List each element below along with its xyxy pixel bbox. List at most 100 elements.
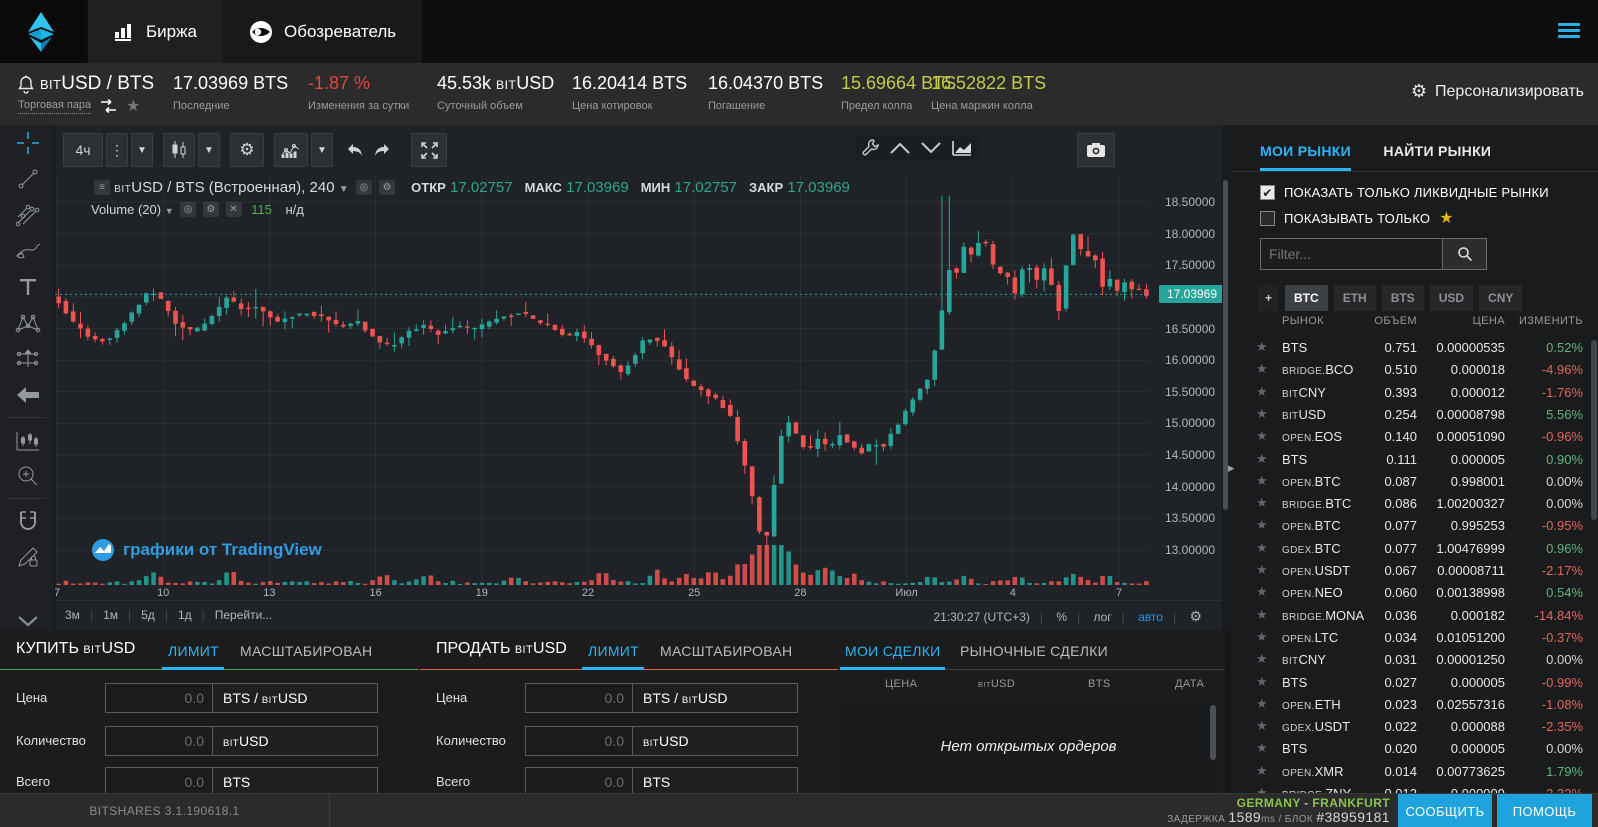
favorites-only-checkbox-row[interactable]: ПОКАЗЫВАТЬ ТОЛЬКО ★ bbox=[1260, 208, 1454, 228]
chart-clock[interactable]: 21:30:27 (UTC+3) bbox=[933, 610, 1029, 624]
hide-drawings-arrow-tool-icon[interactable] bbox=[0, 377, 55, 413]
brush-tool-icon[interactable] bbox=[0, 233, 55, 269]
favorite-star-icon[interactable]: ★ bbox=[1256, 384, 1268, 400]
col-change[interactable]: ИЗМЕНИТЬ bbox=[1519, 315, 1583, 327]
price-alert-bell-icon[interactable] bbox=[18, 75, 34, 94]
favorite-star-icon[interactable]: ★ bbox=[1256, 451, 1268, 467]
market-row-bitUSD[interactable]: ★ bitUSD 0.254 0.00008798 5.56% bbox=[1230, 404, 1598, 426]
market-row-BTS[interactable]: ★ BTS 0.020 0.000005 0.00% bbox=[1230, 738, 1598, 760]
forecast-tool-icon[interactable] bbox=[0, 341, 55, 377]
undo-icon[interactable] bbox=[343, 133, 367, 167]
text-tool-icon[interactable] bbox=[0, 269, 55, 305]
interval-dropdown-icon[interactable]: ▼ bbox=[131, 133, 153, 167]
auto-scale-button[interactable]: авто bbox=[1138, 610, 1163, 624]
asset-tab-BTS[interactable]: BTS bbox=[1382, 285, 1424, 311]
trades-col-price[interactable]: ЦЕНА bbox=[885, 678, 917, 690]
range-button-5д[interactable]: 5д bbox=[141, 608, 155, 622]
interval-menu-icon[interactable]: ⋮ bbox=[106, 133, 128, 167]
buy-Количество-input[interactable]: 0.0 bbox=[105, 726, 213, 756]
sell-Цена-input[interactable]: 0.0 bbox=[525, 683, 633, 713]
hamburger-menu-icon[interactable] bbox=[1558, 23, 1580, 41]
bar-pattern-tool-icon[interactable] bbox=[0, 422, 55, 458]
indicators-dropdown-icon[interactable]: ▼ bbox=[311, 133, 333, 167]
favorite-star-icon[interactable]: ★ bbox=[1256, 406, 1268, 422]
log-scale-button[interactable]: лог bbox=[1093, 610, 1111, 624]
market-row-open.BTC[interactable]: ★ open.BTC 0.087 0.998001 0.00% bbox=[1230, 471, 1598, 493]
chart-settings-gear-icon[interactable]: ⚙ bbox=[230, 133, 264, 167]
depth-chart-toggle-icon[interactable] bbox=[951, 139, 973, 157]
favorites-only-checkbox[interactable] bbox=[1260, 211, 1275, 226]
range-button-Перейти...[interactable]: Перейти... bbox=[215, 608, 273, 622]
bitshares-logo[interactable] bbox=[0, 0, 82, 63]
swap-pair-icon[interactable] bbox=[100, 99, 117, 114]
favorite-star-icon[interactable]: ★ bbox=[1256, 785, 1268, 793]
col-price[interactable]: ЦЕНА bbox=[1473, 315, 1505, 327]
liquid-markets-checkbox-row[interactable]: ✔ ПОКАЗАТЬ ТОЛЬКО ЛИКВИДНЫЕ РЫНКИ bbox=[1260, 185, 1549, 200]
market-row-open.LTC[interactable]: ★ open.LTC 0.034 0.01051200 -0.37% bbox=[1230, 627, 1598, 649]
market-row-open.ETH[interactable]: ★ open.ETH 0.023 0.02557316 -1.08% bbox=[1230, 694, 1598, 716]
xabcd-pattern-tool-icon[interactable] bbox=[0, 305, 55, 341]
market-row-bridge.MONA[interactable]: ★ bridge.MONA 0.036 0.000182 -14.84% bbox=[1230, 605, 1598, 627]
asset-tab-ETH[interactable]: ETH bbox=[1334, 285, 1376, 311]
magnet-mode-tool-icon[interactable] bbox=[0, 503, 55, 539]
buy-Всего-input[interactable]: 0.0 bbox=[105, 767, 213, 793]
help-button[interactable]: ПОМОЩЬ bbox=[1497, 794, 1592, 827]
pitchfork-tool-icon[interactable] bbox=[0, 197, 55, 233]
tab-exchange[interactable]: Биржа bbox=[88, 0, 223, 63]
chart-style-candles-icon[interactable] bbox=[163, 133, 195, 167]
trades-col-bitusd[interactable]: bitUSD bbox=[978, 678, 1015, 690]
range-button-3м[interactable]: 3м bbox=[65, 608, 80, 622]
tab-explorer[interactable]: Обозреватель bbox=[222, 0, 422, 63]
market-row-gdex.USDT[interactable]: ★ gdex.USDT 0.022 0.000088 -2.35% bbox=[1230, 716, 1598, 738]
trades-scrollbar[interactable] bbox=[1210, 705, 1216, 760]
fullscreen-icon[interactable] bbox=[411, 133, 447, 167]
sell-tab-limit[interactable]: ЛИМИТ bbox=[588, 643, 639, 659]
zoom-in-tool-icon[interactable] bbox=[0, 458, 55, 494]
favorite-star-icon[interactable]: ★ bbox=[1256, 495, 1268, 511]
market-row-open.BTC[interactable]: ★ open.BTC 0.077 0.995253 -0.95% bbox=[1230, 515, 1598, 537]
tab-find-markets[interactable]: НАЙТИ РЫНКИ bbox=[1383, 143, 1491, 168]
asset-tab-BTC[interactable]: BTC bbox=[1285, 285, 1328, 311]
favorite-star-icon[interactable]: ★ bbox=[1256, 674, 1268, 690]
favorite-star-icon[interactable]: ★ bbox=[1256, 584, 1268, 600]
buy-tab-limit[interactable]: ЛИМИТ bbox=[168, 643, 219, 659]
market-row-BTS[interactable]: ★ BTS 0.111 0.000005 0.90% bbox=[1230, 449, 1598, 471]
buy-tab-scaled[interactable]: МАСШТАБИРОВАН bbox=[240, 643, 372, 659]
asset-tab-USD[interactable]: USD bbox=[1430, 285, 1473, 311]
sell-Всего-input[interactable]: 0.0 bbox=[525, 767, 633, 793]
favorite-star-icon[interactable]: ★ bbox=[1256, 428, 1268, 444]
buy-Цена-input[interactable]: 0.0 bbox=[105, 683, 213, 713]
range-button-1д[interactable]: 1д bbox=[178, 608, 192, 622]
sell-tab-scaled[interactable]: МАСШТАБИРОВАН bbox=[660, 643, 792, 659]
indicators-icon[interactable] bbox=[274, 133, 308, 167]
favorite-pair-star-icon[interactable]: ★ bbox=[126, 101, 140, 113]
market-row-BTS[interactable]: ★ BTS 0.751 0.00000535 0.52% bbox=[1230, 337, 1598, 359]
redo-icon[interactable] bbox=[370, 133, 394, 167]
liquid-markets-checkbox[interactable]: ✔ bbox=[1260, 185, 1275, 200]
drawing-lock-tool-icon[interactable] bbox=[0, 539, 55, 575]
market-row-open.USDT[interactable]: ★ open.USDT 0.067 0.00008711 -2.17% bbox=[1230, 560, 1598, 582]
sidebar-scrollbar[interactable] bbox=[1591, 340, 1597, 520]
favorite-star-icon[interactable]: ★ bbox=[1256, 339, 1268, 355]
market-row-bridge.BTC[interactable]: ★ bridge.BTC 0.086 1.00200327 0.00% bbox=[1230, 493, 1598, 515]
chart-footer-gear-icon[interactable]: ⚙ bbox=[1189, 608, 1202, 625]
candlestick-chart[interactable]: 710131619222528Июл47 bbox=[55, 175, 1150, 600]
chart-style-dropdown-icon[interactable]: ▼ bbox=[198, 133, 220, 167]
market-row-open.NEO[interactable]: ★ open.NEO 0.060 0.00138998 0.54% bbox=[1230, 582, 1598, 604]
report-button[interactable]: СООБЩИТЬ bbox=[1398, 794, 1492, 827]
alert-wrench-icon[interactable] bbox=[861, 138, 880, 157]
sell-Количество-input[interactable]: 0.0 bbox=[525, 726, 633, 756]
asset-tab-add[interactable]: + bbox=[1258, 285, 1279, 311]
market-row-gdex.BTC[interactable]: ★ gdex.BTC 0.077 1.00476999 0.96% bbox=[1230, 538, 1598, 560]
market-filter-input[interactable] bbox=[1260, 238, 1443, 270]
range-button-1м[interactable]: 1м bbox=[103, 608, 118, 622]
market-row-bitCNY[interactable]: ★ bitCNY 0.031 0.00001250 0.00% bbox=[1230, 649, 1598, 671]
tab-my-markets[interactable]: МОИ РЫНКИ bbox=[1260, 143, 1351, 171]
market-row-bridge.ZNY[interactable]: ★ bridge.ZNY 0.012 0.000009 -2.32% bbox=[1230, 783, 1598, 793]
favorite-star-icon[interactable]: ★ bbox=[1256, 740, 1268, 756]
favorite-star-icon[interactable]: ★ bbox=[1256, 473, 1268, 489]
favorite-star-icon[interactable]: ★ bbox=[1256, 629, 1268, 645]
favorite-star-icon[interactable]: ★ bbox=[1256, 361, 1268, 377]
favorite-star-icon[interactable]: ★ bbox=[1256, 540, 1268, 556]
favorite-star-icon[interactable]: ★ bbox=[1256, 763, 1268, 779]
